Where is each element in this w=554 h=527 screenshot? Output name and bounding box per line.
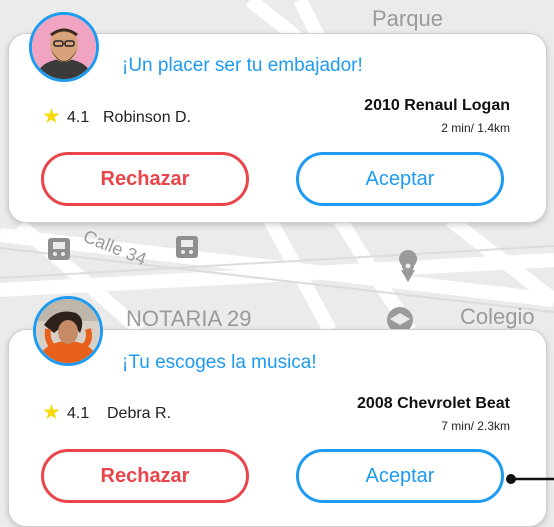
greeting-text: ¡Tu escoges la musica! xyxy=(122,352,317,373)
map-label-colegio: Colegio xyxy=(460,304,535,329)
star-icon: ★ xyxy=(42,105,61,128)
driver-rating: 4.1 xyxy=(67,405,90,422)
bus-stop-icon xyxy=(48,238,70,260)
car-model: 2010 Renaul Logan xyxy=(364,97,510,114)
greeting-text: ¡Un placer ser tu embajador! xyxy=(122,55,363,76)
trip-eta-distance: 7 min/ 2.3km xyxy=(441,419,510,433)
accept-button[interactable]: Aceptar xyxy=(296,152,504,206)
reject-button[interactable]: Rechazar xyxy=(41,152,249,206)
driver-photo xyxy=(32,15,96,79)
driver-avatar[interactable] xyxy=(33,296,103,366)
driver-photo xyxy=(36,299,100,363)
driver-avatar[interactable] xyxy=(29,12,99,82)
bus-stop-icon xyxy=(176,236,198,258)
connector-line xyxy=(506,474,554,484)
accept-button[interactable]: Aceptar xyxy=(296,449,504,503)
driver-rating: 4.1 xyxy=(67,109,90,126)
map-label-parque: Parque xyxy=(372,6,443,31)
driver-name: Debra R. xyxy=(107,405,172,422)
star-icon: ★ xyxy=(42,401,61,424)
driver-name: Robinson D. xyxy=(103,109,192,126)
trip-eta-distance: 2 min/ 1.4km xyxy=(441,121,510,135)
car-model: 2008 Chevrolet Beat xyxy=(357,395,510,412)
reject-button[interactable]: Rechazar xyxy=(41,449,249,503)
